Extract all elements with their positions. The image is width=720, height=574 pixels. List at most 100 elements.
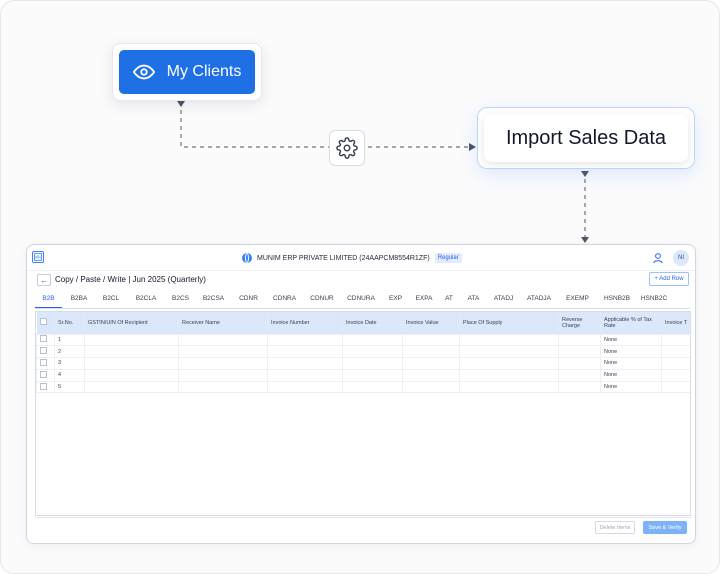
tab-b2cla[interactable]: B2CLA [126,293,166,308]
arrow-right-import [469,143,476,151]
tax-rate-cell[interactable]: None [600,368,662,382]
row-checkbox[interactable] [40,382,47,390]
place-of-supply-cell[interactable] [459,345,559,359]
invoice-type-cell[interactable] [661,357,690,370]
row-checkbox[interactable] [40,347,47,355]
gstin-cell[interactable] [84,345,179,359]
place-of-supply-cell[interactable] [459,333,559,347]
delete-items-button[interactable]: Delete Items [595,521,635,534]
invoice-type-cell[interactable] [661,380,690,394]
sr-no-cell: 5 [54,380,85,394]
gstin-cell[interactable] [84,333,179,347]
tab-cdnur[interactable]: CDNUR [304,293,340,308]
tab-hsnb2b[interactable]: HSNB2B [596,293,638,308]
invoice-number-cell[interactable] [267,345,343,359]
table-footer: Delete Items Save & Verify [35,517,691,537]
invoice-type-cell[interactable] [661,333,690,347]
tab-atadja[interactable]: ATADJA [519,293,559,308]
tab-cdnr[interactable]: CDNR [232,293,265,308]
row-select-cell [36,357,55,370]
invoice-date-cell[interactable] [342,345,403,359]
app-topbar: MUNIM ERP PRIVATE LIMITED (24AAPCM8554R1… [27,245,695,271]
invoice-table: Sr.No. GSTIN/UIN Of Recipient Receiver N… [35,311,691,516]
table-row: 1 None [36,333,690,347]
receiver-cell[interactable] [178,345,268,359]
table-row: 2 None [36,345,690,359]
receiver-cell[interactable] [178,368,268,382]
tab-hsnb2c[interactable]: HSNB2C [638,293,670,308]
gstin-cell[interactable] [84,380,179,394]
tab-ata[interactable]: ATA [459,293,488,308]
row-checkbox[interactable] [40,335,47,343]
reverse-charge-cell[interactable] [558,368,601,382]
invoice-number-cell[interactable] [267,357,343,370]
my-clients-button[interactable]: My Clients [119,50,255,94]
tab-b2ba[interactable]: B2BA [62,293,96,308]
user-icon[interactable] [652,252,664,264]
invoice-type-cell[interactable] [661,368,690,382]
row-checkbox[interactable] [40,358,47,366]
grid-icon [34,253,42,261]
place-of-supply-cell[interactable] [459,357,559,370]
receiver-cell[interactable] [178,357,268,370]
reverse-charge-cell[interactable] [558,357,601,370]
invoice-value-cell[interactable] [402,345,460,359]
reverse-charge-cell[interactable] [558,333,601,347]
avatar[interactable]: NI [673,250,689,266]
invoice-number-cell[interactable] [267,333,343,347]
tab-at[interactable]: AT [439,293,459,308]
add-row-button[interactable]: + Add Row [649,272,689,286]
globe-icon [242,253,252,263]
table-row: 5 None [36,380,690,394]
tab-cdnra[interactable]: CDNRA [265,293,304,308]
invoice-number-cell[interactable] [267,380,343,394]
invoice-date-cell[interactable] [342,333,403,347]
gstin-cell[interactable] [84,368,179,382]
arrow-down-app [581,237,589,243]
select-all-cell [36,312,55,334]
tab-cdnura[interactable]: CDNURA [340,293,382,308]
invoice-value-cell[interactable] [402,380,460,394]
invoice-type-cell[interactable] [661,345,690,359]
tax-rate-cell[interactable]: None [600,345,662,359]
place-of-supply-cell[interactable] [459,368,559,382]
app-logo-icon[interactable] [32,251,44,263]
gstin-cell[interactable] [84,357,179,370]
invoice-number-cell[interactable] [267,368,343,382]
tax-rate-cell[interactable]: None [600,380,662,394]
invoice-date-cell[interactable] [342,368,403,382]
reverse-charge-cell[interactable] [558,345,601,359]
tab-expa[interactable]: EXPA [409,293,439,308]
tab-b2cl[interactable]: B2CL [96,293,126,308]
tab-b2cs[interactable]: B2CS [166,293,195,308]
row-checkbox[interactable] [40,370,47,378]
tab-b2csa[interactable]: B2CSA [195,293,232,308]
sr-no-cell: 1 [54,333,85,347]
select-all-checkbox[interactable] [39,318,47,326]
receiver-cell[interactable] [178,333,268,347]
tab-exemp[interactable]: EXEMP [559,293,596,308]
invoice-value-cell[interactable] [402,333,460,347]
tax-rate-cell[interactable]: None [600,333,662,347]
invoice-value-cell[interactable] [402,368,460,382]
tab-exp[interactable]: EXP [382,293,409,308]
back-button[interactable]: ← [37,274,51,286]
column-header: Applicable % of Tax Rate [600,312,662,334]
table-row: 3 None [36,357,690,370]
place-of-supply-cell[interactable] [459,380,559,394]
invoice-date-cell[interactable] [342,380,403,394]
import-sales-button[interactable]: Import Sales Data [484,114,688,162]
invoice-value-cell[interactable] [402,357,460,370]
invoice-date-cell[interactable] [342,357,403,370]
column-header: Invoice Date [342,312,403,334]
tab-b2b[interactable]: B2B [35,293,62,308]
company-selector[interactable]: MUNIM ERP PRIVATE LIMITED (24AAPCM8554R1… [242,253,462,263]
tax-rate-cell[interactable]: None [600,357,662,370]
column-header: Receiver Name [178,312,268,334]
settings-connector-button[interactable] [329,130,365,166]
tab-atadj[interactable]: ATADJ [488,293,519,308]
save-verify-button[interactable]: Save & Verify [643,521,687,534]
reverse-charge-cell[interactable] [558,380,601,394]
sr-no-cell: 2 [54,345,85,359]
receiver-cell[interactable] [178,380,268,394]
